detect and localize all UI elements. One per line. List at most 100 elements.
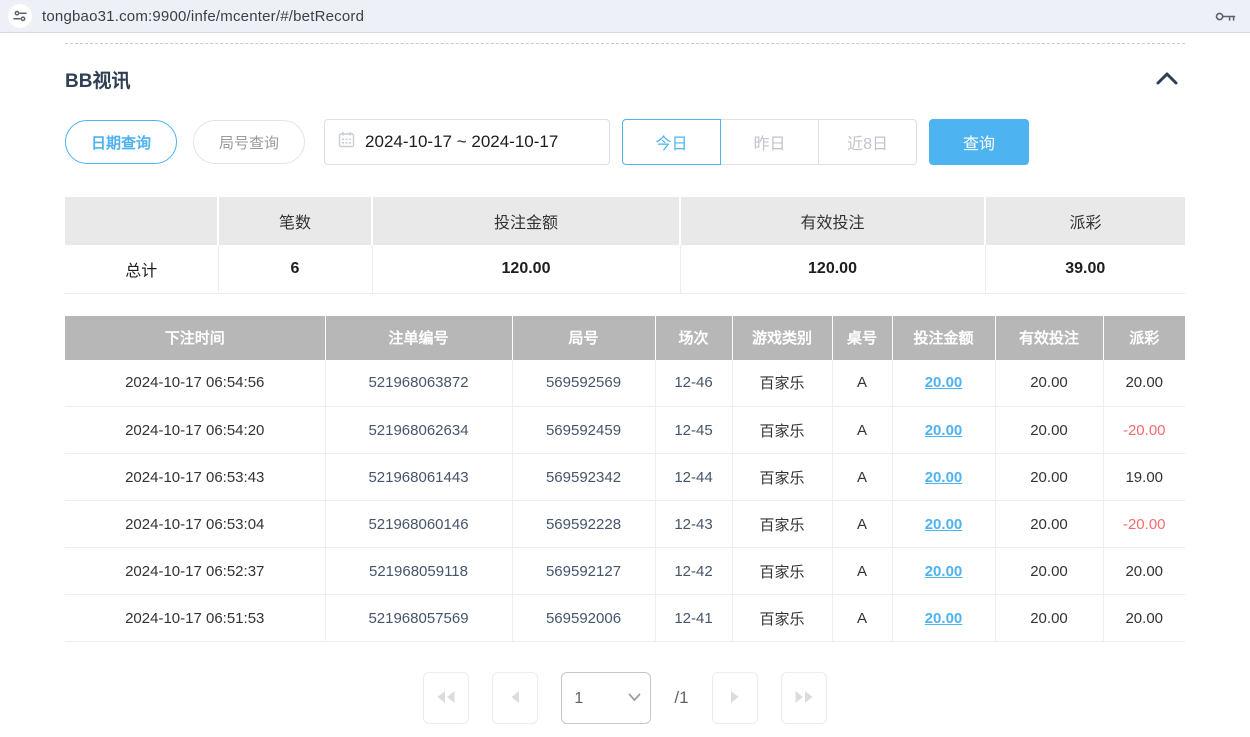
valid-bet-cell: 20.00 <box>995 454 1103 501</box>
bet-time-cell: 2024-10-17 06:52:37 <box>65 548 325 595</box>
table-number-cell: A <box>832 454 892 501</box>
header-round-number: 局号 <box>512 316 655 360</box>
table-number-cell: A <box>832 360 892 407</box>
summary-header-payout: 派彩 <box>985 197 1185 245</box>
bet-time-cell: 2024-10-17 06:54:20 <box>65 407 325 454</box>
summary-header-count: 笔数 <box>218 197 372 245</box>
date-range-picker[interactable]: 2024-10-17 ~ 2024-10-17 <box>324 119 610 165</box>
date-query-tab[interactable]: 日期查询 <box>65 120 177 164</box>
chevron-up-icon <box>1155 74 1179 89</box>
bet-amount-link[interactable]: 20.00 <box>925 374 963 391</box>
table-number-cell: A <box>832 407 892 454</box>
query-button[interactable]: 查询 <box>929 119 1029 165</box>
pagination: 1 /1 <box>65 672 1185 724</box>
payout-cell: 19.00 <box>1103 454 1185 501</box>
browser-address-bar: tongbao31.com:9900/infe/mcenter/#/betRec… <box>0 0 1250 33</box>
bet-amount-link[interactable]: 20.00 <box>925 563 963 580</box>
header-table-number: 桌号 <box>832 316 892 360</box>
summary-valid-bet: 120.00 <box>680 245 985 293</box>
panel-header: BB视讯 <box>65 66 1185 93</box>
game-type-cell: 百家乐 <box>732 548 832 595</box>
bet-time-cell: 2024-10-17 06:53:43 <box>65 454 325 501</box>
order-number-cell: 521968057569 <box>325 595 512 642</box>
bet-amount-cell: 20.00 <box>892 501 995 548</box>
summary-total-row: 总计 6 120.00 120.00 39.00 <box>65 245 1185 293</box>
total-pages-label: /1 <box>674 688 688 708</box>
arrow-right-icon <box>729 690 741 707</box>
yesterday-button[interactable]: 昨日 <box>720 119 819 165</box>
round-number-cell: 569592342 <box>512 454 655 501</box>
round-number-cell: 569592569 <box>512 360 655 407</box>
table-row: 2024-10-17 06:53:04521968060146569592228… <box>65 501 1185 548</box>
double-arrow-left-icon <box>436 690 456 707</box>
bet-time-cell: 2024-10-17 06:54:56 <box>65 360 325 407</box>
filter-toolbar: 日期查询 局号查询 2024-10-17 ~ 2024-10-17 <box>65 119 1185 165</box>
order-number-cell: 521968059118 <box>325 548 512 595</box>
table-row: 2024-10-17 06:51:53521968057569569592006… <box>65 595 1185 642</box>
round-number-cell: 569592127 <box>512 548 655 595</box>
table-row: 2024-10-17 06:52:37521968059118569592127… <box>65 548 1185 595</box>
payout-cell: -20.00 <box>1103 407 1185 454</box>
game-type-cell: 百家乐 <box>732 595 832 642</box>
header-game-type: 游戏类别 <box>732 316 832 360</box>
bet-amount-cell: 20.00 <box>892 595 995 642</box>
first-page-button[interactable] <box>423 672 469 724</box>
last-page-button[interactable] <box>781 672 827 724</box>
page-select-box: 1 <box>561 672 651 724</box>
round-query-tab[interactable]: 局号查询 <box>193 120 305 164</box>
bet-amount-link[interactable]: 20.00 <box>925 469 963 486</box>
bet-table-body: 2024-10-17 06:54:56521968063872569592569… <box>65 360 1185 642</box>
table-number-cell: A <box>832 501 892 548</box>
bet-time-cell: 2024-10-17 06:53:04 <box>65 501 325 548</box>
address-bar-url[interactable]: tongbao31.com:9900/infe/mcenter/#/betRec… <box>42 8 364 25</box>
site-settings-icon[interactable] <box>8 4 32 28</box>
payout-cell: 20.00 <box>1103 595 1185 642</box>
bet-amount-link[interactable]: 20.00 <box>925 610 963 627</box>
summary-header-blank <box>65 197 218 245</box>
summary-count: 6 <box>218 245 372 293</box>
game-type-cell: 百家乐 <box>732 360 832 407</box>
order-number-cell: 521968062634 <box>325 407 512 454</box>
table-row: 2024-10-17 06:54:56521968063872569592569… <box>65 360 1185 407</box>
bet-amount-cell: 20.00 <box>892 407 995 454</box>
game-type-cell: 百家乐 <box>732 501 832 548</box>
page-select[interactable]: 1 <box>562 673 650 723</box>
summary-bet-amount: 120.00 <box>372 245 680 293</box>
bet-time-cell: 2024-10-17 06:51:53 <box>65 595 325 642</box>
double-arrow-right-icon <box>794 690 814 707</box>
password-key-icon[interactable] <box>1215 10 1236 23</box>
table-number-cell: A <box>832 548 892 595</box>
header-payout: 派彩 <box>1103 316 1185 360</box>
session-cell: 12-41 <box>655 595 732 642</box>
bet-table-header-row: 下注时间 注单编号 局号 场次 游戏类别 桌号 投注金额 有效投注 派彩 <box>65 316 1185 360</box>
summary-header-bet-amount: 投注金额 <box>372 197 680 245</box>
table-row: 2024-10-17 06:54:20521968062634569592459… <box>65 407 1185 454</box>
round-number-cell: 569592006 <box>512 595 655 642</box>
quick-date-group: 今日 昨日 近8日 <box>622 119 917 165</box>
dashed-divider <box>65 43 1185 44</box>
last-8-days-button[interactable]: 近8日 <box>818 119 917 165</box>
bet-amount-link[interactable]: 20.00 <box>925 422 963 439</box>
header-valid-bet: 有效投注 <box>995 316 1103 360</box>
summary-header-valid-bet: 有效投注 <box>680 197 985 245</box>
today-button[interactable]: 今日 <box>622 119 721 165</box>
next-page-button[interactable] <box>712 672 758 724</box>
session-cell: 12-46 <box>655 360 732 407</box>
bet-record-table: 下注时间 注单编号 局号 场次 游戏类别 桌号 投注金额 有效投注 派彩 202… <box>65 316 1185 643</box>
bet-amount-link[interactable]: 20.00 <box>925 516 963 533</box>
payout-cell: 20.00 <box>1103 360 1185 407</box>
session-cell: 12-44 <box>655 454 732 501</box>
arrow-left-icon <box>509 690 521 707</box>
prev-page-button[interactable] <box>492 672 538 724</box>
valid-bet-cell: 20.00 <box>995 407 1103 454</box>
session-cell: 12-45 <box>655 407 732 454</box>
game-type-cell: 百家乐 <box>732 407 832 454</box>
payout-cell: 20.00 <box>1103 548 1185 595</box>
round-number-cell: 569592459 <box>512 407 655 454</box>
summary-total-label: 总计 <box>65 245 218 293</box>
bet-amount-cell: 20.00 <box>892 360 995 407</box>
order-number-cell: 521968063872 <box>325 360 512 407</box>
header-bet-time: 下注时间 <box>65 316 325 360</box>
calendar-icon <box>338 131 355 153</box>
collapse-panel-button[interactable] <box>1149 69 1185 91</box>
